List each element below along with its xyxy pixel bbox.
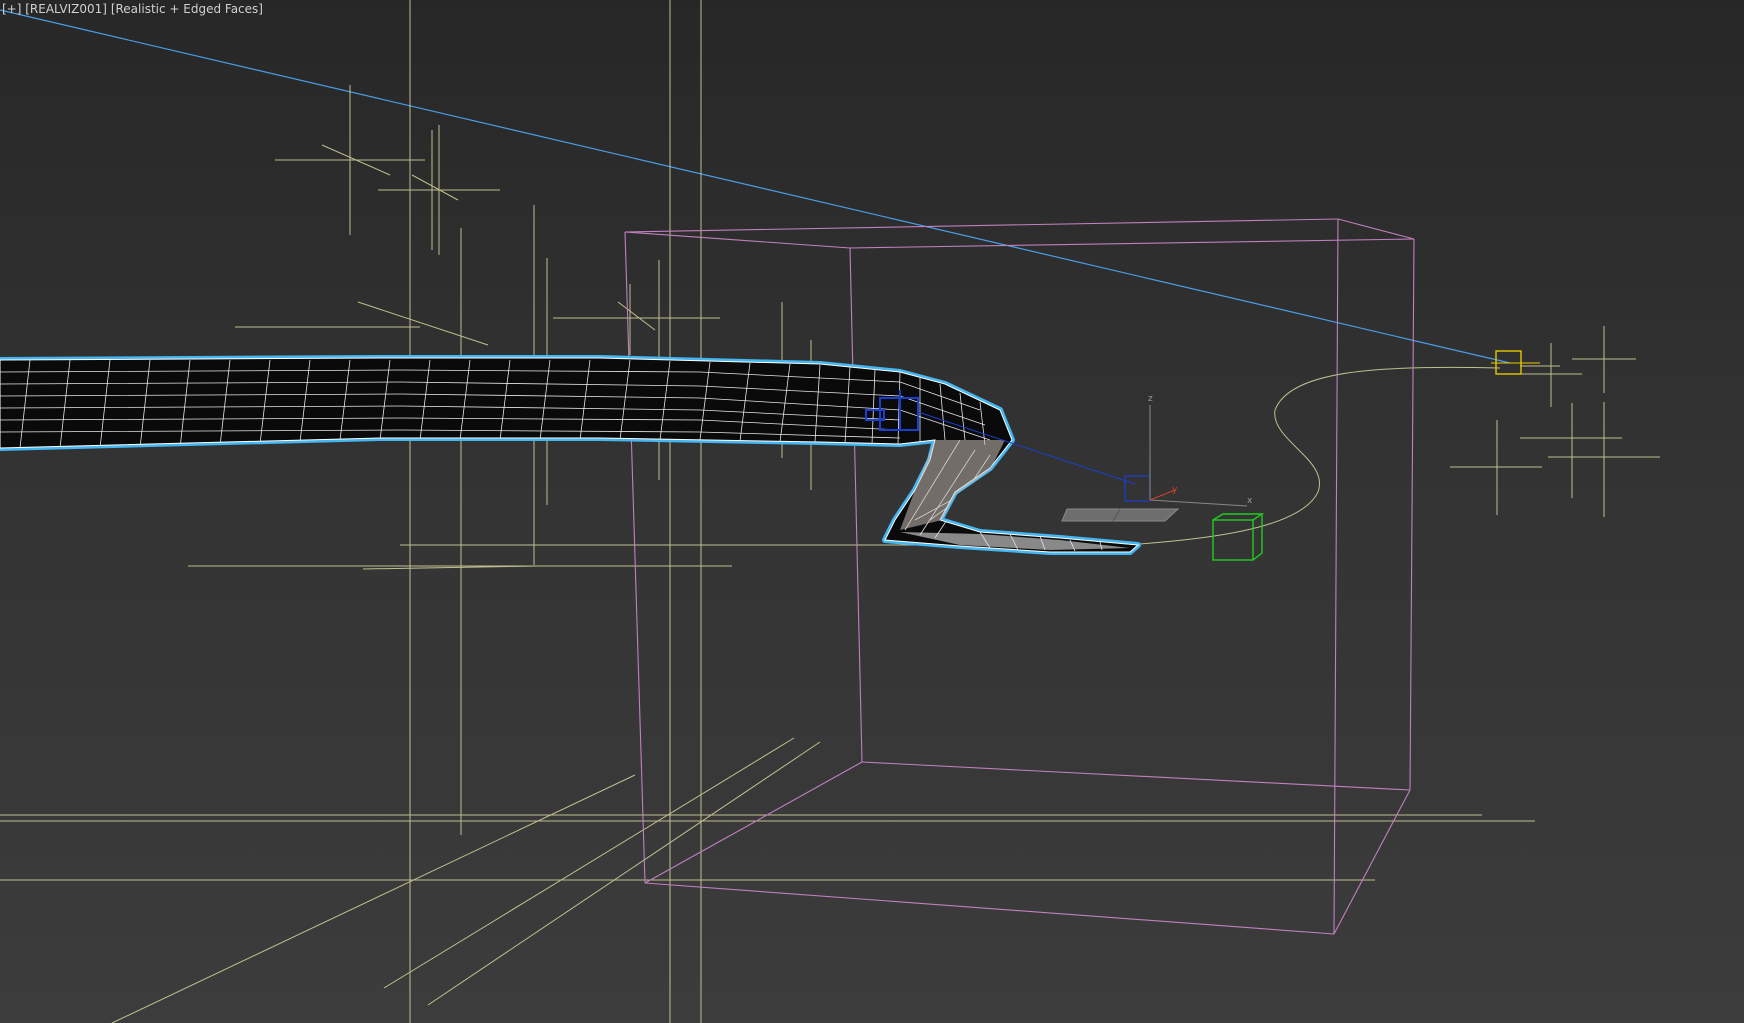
light-gizmo[interactable] [1491,350,1540,375]
viewport-scene[interactable]: z y x [0,0,1744,1023]
viewport-label: [+] [REALVIZ001] [Realistic + Edged Face… [2,2,263,16]
target-line [0,9,1511,364]
3d-viewport[interactable]: z y x [+] [REALVIZ001] [Realistic + Edge… [0,0,1744,1023]
grey-plane[interactable] [1061,508,1180,522]
axis-label-x: x [1247,496,1253,506]
viewport-general-menu[interactable]: [+] [2,2,21,16]
helper-lines [0,0,1660,1023]
ribbon-object[interactable] [0,355,1141,555]
viewport-camera-menu[interactable]: [REALVIZ001] [25,2,107,16]
axis-label-y: y [1172,485,1178,495]
viewport-shading-menu[interactable]: [Realistic + Edged Faces] [111,2,263,16]
axis-label-z: z [1148,394,1153,404]
bounding-box[interactable] [624,218,1415,935]
green-box[interactable] [1212,513,1265,561]
axis-tripod: z y x [1148,394,1253,507]
